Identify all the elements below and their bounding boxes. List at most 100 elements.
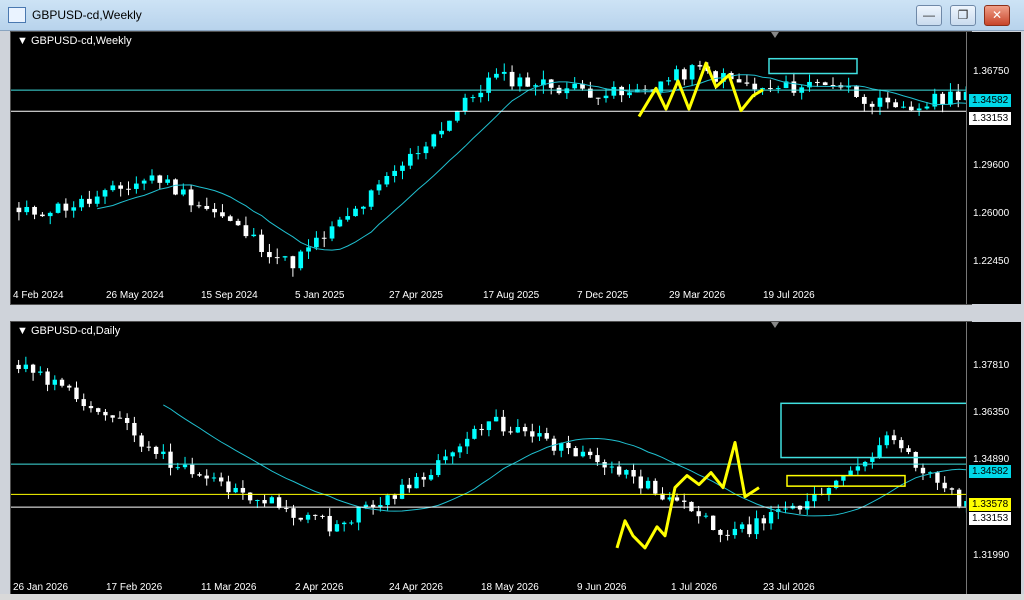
candle-body [259,234,264,253]
chart-shift-marker [771,322,779,328]
candle-body [682,500,687,502]
candle-body [457,446,463,453]
candle-body [349,522,354,524]
candle-body [631,470,636,477]
candle-body [204,475,209,479]
window-title: GBPUSD-cd,Weekly [32,8,142,22]
candle-body [899,440,904,449]
candle-body [399,484,405,499]
weekly-date-label: 15 Sep 2024 [201,290,258,301]
weekly-date-label: 4 Feb 2024 [13,290,64,301]
daily-tag-resistance: 1.34582 [969,465,1012,478]
candle-body [775,88,781,90]
candle-body [653,480,658,494]
minimize-button[interactable]: — [916,5,942,26]
candle-body [118,185,124,189]
candle-body [689,501,694,512]
weekly-date-label: 7 Dec 2025 [577,290,629,301]
weekly-chart-canvas[interactable] [11,32,966,287]
candle-body [102,190,108,197]
candle-body [674,497,680,501]
candle-body [718,530,723,535]
candle-body [747,524,752,535]
candle-body [168,451,173,468]
candle-body [848,470,853,476]
candle-body [522,427,528,432]
candle-body [472,428,477,439]
candle-body [509,71,515,87]
candle-body [517,77,523,87]
candle-body [16,207,22,213]
weekly-price-tick: 1.36750 [973,66,1010,77]
candle-body [877,445,882,458]
candle-body [190,464,195,475]
candle-body [920,467,926,474]
candle-body [291,508,296,518]
candle-body [501,71,507,74]
candle-body [611,86,617,96]
daily-price-scale[interactable]: 1.37810 1.36350 1.34890 1.34582 1.33578 … [966,322,1021,595]
restore-button[interactable]: ❐ [950,5,976,26]
candle-body [428,475,434,480]
candle-body [855,466,861,471]
candle-body [110,415,115,418]
daily-chart-canvas[interactable] [11,322,966,578]
moving-average-line [163,404,966,517]
weekly-price-scale[interactable]: 1.36750 1.34582 1.33153 1.29600 1.26000 … [966,32,1021,304]
candle-body [356,507,361,523]
candle-body [47,212,53,217]
candle-body [334,524,340,532]
candle-body [141,180,147,184]
candle-body [736,79,742,83]
weekly-chart-pane[interactable]: ▼ GBPUSD-cd,Weekly 1.36750 1.34582 1.331… [10,31,1021,305]
candle-body [384,175,390,185]
candle-body [797,505,803,510]
candle-body [924,106,930,109]
candle-body [501,416,506,432]
candle-body [447,120,452,131]
candle-body [537,433,542,437]
close-button[interactable]: ✕ [984,5,1010,26]
candle-body [32,206,37,215]
candle-body [103,411,108,416]
chart-shift-marker [771,32,779,38]
candle-body [877,97,883,107]
daily-chart-pane[interactable]: ▼ GBPUSD-cd,Daily 1.37810 1.36350 1.3489… [10,321,1021,596]
candle-body [219,477,224,482]
candle-body [530,431,535,437]
candle-body [16,364,21,369]
weekly-date-label: 19 Jul 2026 [763,290,815,301]
candle-body [267,252,272,258]
candle-body [67,385,72,388]
window-titlebar[interactable]: GBPUSD-cd,Weekly — ❐ ✕ [0,0,1024,31]
candle-body [314,237,319,248]
candle-body [298,251,304,269]
candle-body [768,88,773,90]
candle-body [117,417,123,419]
candle-body [197,474,202,476]
target-zone-box [786,474,906,487]
weekly-price-tick: 1.29600 [973,160,1010,171]
candle-body [710,515,716,531]
candle-body [955,91,961,101]
candle-body [30,364,36,373]
candle-body [544,433,549,439]
candle-body [627,92,632,96]
candle-body [573,448,578,457]
candle-body [768,512,774,524]
candle-body [290,256,296,269]
candle-body [515,427,520,433]
candle-body [754,518,759,535]
candle-body [274,257,280,259]
candle-body [431,134,437,147]
candle-body [454,111,460,121]
candle-body [157,175,163,183]
candle-body [59,379,65,386]
candle-body [255,500,260,502]
candle-body [940,93,945,105]
candle-body [235,220,241,226]
candle-body [392,170,397,176]
candle-body [752,83,758,90]
candle-body [124,417,130,423]
candle-body [204,205,210,209]
